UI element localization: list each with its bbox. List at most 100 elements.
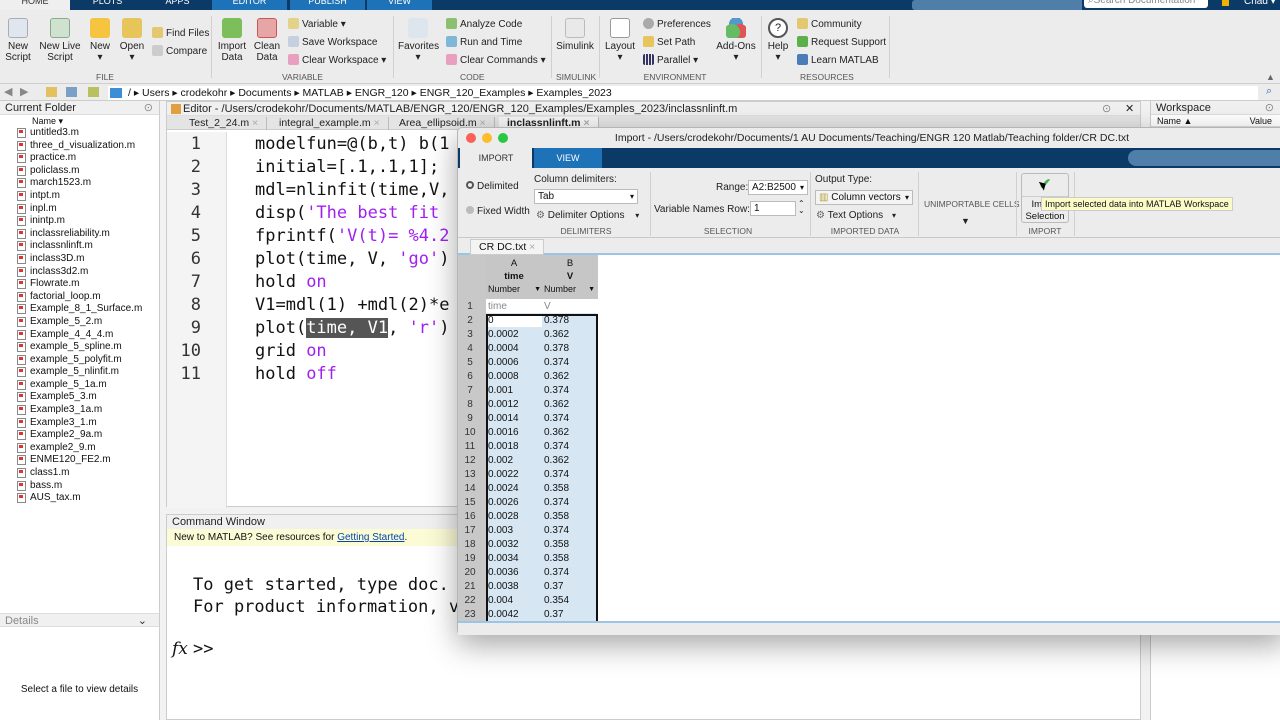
file-list-item[interactable]: Flowrate.m (0, 278, 159, 291)
getting-started-link[interactable]: Getting Started (337, 532, 404, 543)
function-browser-icon[interactable]: fx (172, 639, 188, 659)
zoom-window-button[interactable] (498, 133, 508, 143)
panel-menu-icon[interactable]: ⊙ (1265, 101, 1274, 115)
panel-menu-icon[interactable]: ⊙ (1102, 102, 1111, 116)
tab-editor[interactable]: EDITOR (212, 0, 287, 10)
data-cell[interactable]: 0.374 (542, 524, 597, 538)
browse-folder-icon[interactable] (66, 87, 77, 97)
column-header-b[interactable]: B V Number ▼ (542, 257, 598, 296)
file-list-item[interactable]: three_d_visualization.m (0, 140, 159, 153)
code-line[interactable]: plot(time, V, 'go') (255, 249, 450, 269)
column-type-select[interactable]: Number ▼ (486, 283, 542, 296)
data-cell[interactable]: 0.374 (542, 440, 597, 454)
code-line[interactable]: disp('The best fit (255, 203, 449, 223)
name-column-header[interactable]: Name ▾ (0, 115, 159, 127)
tab-plots[interactable]: PLOTS (75, 0, 140, 10)
data-cell[interactable]: 0.362 (542, 454, 597, 468)
tab-import[interactable]: IMPORT (460, 148, 532, 168)
file-list-item[interactable]: AUS_tax.m (0, 492, 159, 505)
workspace-name-column[interactable]: Name ▲ (1157, 115, 1192, 127)
minimize-window-button[interactable] (482, 133, 492, 143)
workspace-value-column[interactable]: Value (1250, 115, 1272, 127)
data-cell[interactable]: 0.0014 (486, 412, 542, 426)
help-button[interactable]: ? Help ▾ (765, 18, 791, 63)
row-stepper[interactable]: ⌃ ⌄ (798, 200, 805, 215)
file-list-item[interactable]: example_5_polyfit.m (0, 354, 159, 367)
code-line[interactable]: mdl=nlinfit(time,V, (255, 180, 449, 200)
file-list-item[interactable]: example_5_1a.m (0, 379, 159, 392)
search-folder-icon[interactable] (88, 87, 99, 97)
file-list-item[interactable]: Example_5_2.m (0, 316, 159, 329)
tab-view[interactable]: VIEW (534, 148, 602, 168)
column-delimiters-select[interactable]: Tab ▾ (534, 189, 638, 204)
notification-bell-icon[interactable] (1222, 0, 1229, 6)
data-cell[interactable]: 0.362 (542, 370, 597, 384)
preferences-button[interactable]: Preferences (643, 18, 711, 30)
data-cell[interactable]: 0.374 (542, 468, 597, 482)
search-icon[interactable]: ⌕ (1266, 85, 1272, 98)
data-cell[interactable]: 0.358 (542, 510, 597, 524)
data-cell[interactable]: 0.004 (486, 594, 542, 608)
data-cell[interactable]: 0.362 (542, 398, 597, 412)
editor-tab[interactable]: Test_2_24.m × (181, 117, 268, 130)
clear-workspace-button[interactable]: Clear Workspace ▾ (288, 54, 386, 66)
new-button[interactable]: New ▾ (88, 18, 112, 63)
data-cell[interactable]: 0.0018 (486, 440, 542, 454)
simulink-button[interactable]: Simulink (556, 18, 594, 52)
file-list-item[interactable]: intpt.m (0, 190, 159, 203)
file-list-item[interactable]: inclassreliability.m (0, 228, 159, 241)
data-cell[interactable]: 0.0034 (486, 552, 542, 566)
find-files-button[interactable]: Find Files (152, 27, 209, 39)
data-cell[interactable]: 0.354 (542, 594, 597, 608)
file-list-item[interactable]: inclass3d2.m (0, 266, 159, 279)
close-icon[interactable]: ✕ (1125, 102, 1134, 116)
range-input[interactable]: A2:B2500 ▾ (748, 180, 808, 195)
data-cell[interactable]: 0.0002 (486, 328, 542, 342)
text-options-button[interactable]: ⚙ Text Options ▾ (816, 210, 896, 221)
search-documentation-input[interactable]: ⌕Search Documentation (1084, 0, 1208, 8)
layout-button[interactable]: Layout ▾ (604, 18, 636, 63)
breadcrumb[interactable]: / ▸ Users ▸ crodekohr ▸ Documents ▸ MATL… (108, 86, 1258, 100)
header-row-cell[interactable]: V (542, 300, 597, 314)
data-cell[interactable]: 0.0028 (486, 510, 542, 524)
file-list-item[interactable]: Example5_3.m (0, 391, 159, 404)
data-cell[interactable]: 0.374 (542, 496, 597, 510)
file-tab[interactable]: CR DC.txt × (470, 239, 545, 255)
file-list-item[interactable]: untitled3.m (0, 127, 159, 140)
file-list-item[interactable]: Example2_9a.m (0, 429, 159, 442)
file-list-item[interactable]: Example3_1a.m (0, 404, 159, 417)
data-cell[interactable]: 0.0004 (486, 342, 542, 356)
data-cell[interactable]: 0.002 (486, 454, 542, 468)
data-cell[interactable]: 0.37 (542, 608, 597, 621)
column-header-a[interactable]: Atime Number ▼ (486, 257, 542, 296)
close-tab-icon[interactable]: × (529, 241, 535, 253)
user-menu[interactable]: Chad ▾ (1244, 0, 1276, 7)
parallel-button[interactable]: Parallel ▾ (643, 54, 698, 66)
data-cell[interactable]: 0.0042 (486, 608, 542, 621)
code-line[interactable]: fprintf('V(t)= %4.2 (255, 226, 449, 246)
output-type-select[interactable]: ▥ Column vectors ▾ (815, 190, 913, 205)
data-cell[interactable]: 0.0008 (486, 370, 542, 384)
tab-view[interactable]: VIEW (367, 0, 432, 10)
variable-button[interactable]: Variable ▾ (288, 18, 346, 30)
data-cell[interactable]: 0.0026 (486, 496, 542, 510)
editor-tab[interactable]: integral_example.m × (271, 117, 389, 130)
data-cell[interactable]: 0.003 (486, 524, 542, 538)
tab-apps[interactable]: APPS (145, 0, 210, 10)
file-list-item[interactable]: practice.m (0, 152, 159, 165)
data-cell[interactable]: 0.0036 (486, 566, 542, 580)
new-script-button[interactable]: New Script (4, 18, 32, 63)
data-cell[interactable]: 0.0038 (486, 580, 542, 594)
data-cell[interactable]: 0.358 (542, 482, 597, 496)
file-list-item[interactable]: factorial_loop.m (0, 291, 159, 304)
data-cell[interactable]: 0.374 (542, 356, 597, 370)
data-cell[interactable]: 0.358 (542, 552, 597, 566)
file-list-item[interactable]: Example_8_1_Surface.m (0, 303, 159, 316)
quick-access-toolbar[interactable] (912, 0, 1082, 10)
panel-menu-icon[interactable]: ⊙ (144, 101, 153, 115)
data-cell[interactable]: 0.0024 (486, 482, 542, 496)
delimiter-options-button[interactable]: ⚙ Delimiter Options ▾ (536, 210, 639, 221)
add-ons-button[interactable]: Add-Ons ▾ (715, 18, 757, 63)
file-list-item[interactable]: inintp.m (0, 215, 159, 228)
learn-matlab-button[interactable]: Learn MATLAB (797, 54, 879, 66)
